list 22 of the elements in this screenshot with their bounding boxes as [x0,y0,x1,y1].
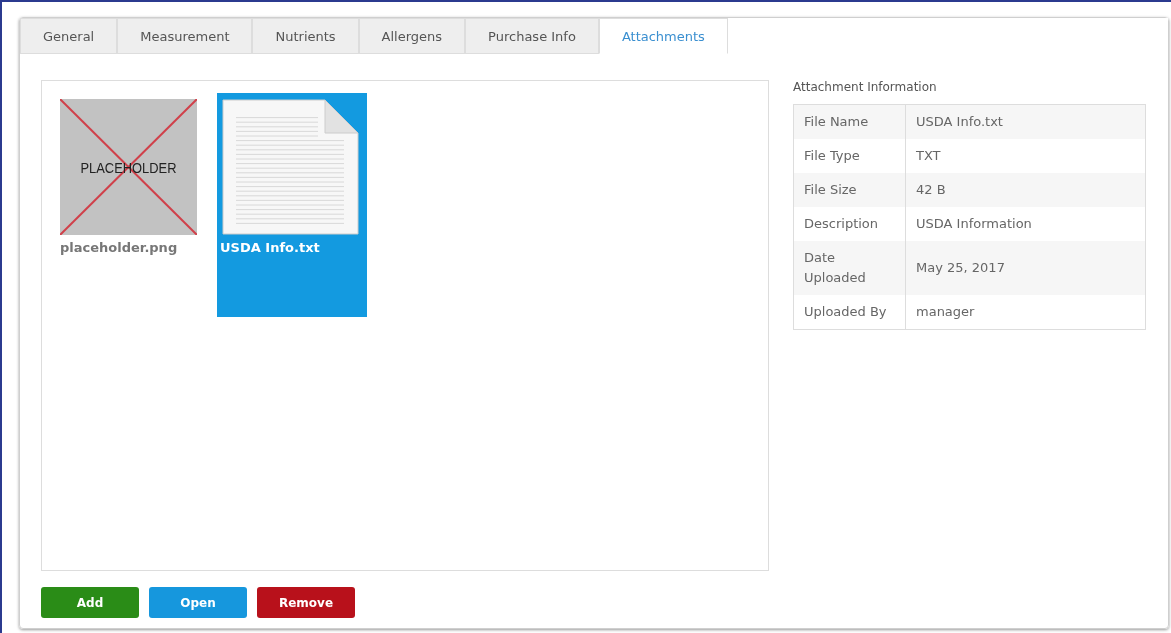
tab[interactable]: Attachments [598,18,728,54]
info-title: Attachment Information [793,80,938,94]
file-name: placeholder.png [60,239,179,256]
text-document-icon [220,99,361,235]
action-button[interactable]: Add [41,587,139,618]
info-label: File Name [793,104,906,139]
info-label: Uploaded By [793,295,906,330]
tab[interactable]: Nutrients [252,18,359,54]
info-value: 42 B [905,173,1146,207]
file-name: USDA Info.txt [220,239,321,256]
info-value: USDA Info.txt [905,104,1146,139]
info-label: File Size [793,173,906,207]
info-value: USDA Information [905,207,1146,241]
tab[interactable]: Measurement [117,18,253,54]
action-button[interactable]: Remove [257,587,355,618]
tab[interactable]: General [20,18,118,54]
tab[interactable]: Allergens [358,18,466,54]
info-value: May 25, 2017 [905,241,1146,295]
tab[interactable]: Purchase Info [465,18,599,54]
info-label: Date Uploaded [793,241,906,295]
info-value: TXT [905,139,1146,173]
info-value: manager [905,295,1146,330]
